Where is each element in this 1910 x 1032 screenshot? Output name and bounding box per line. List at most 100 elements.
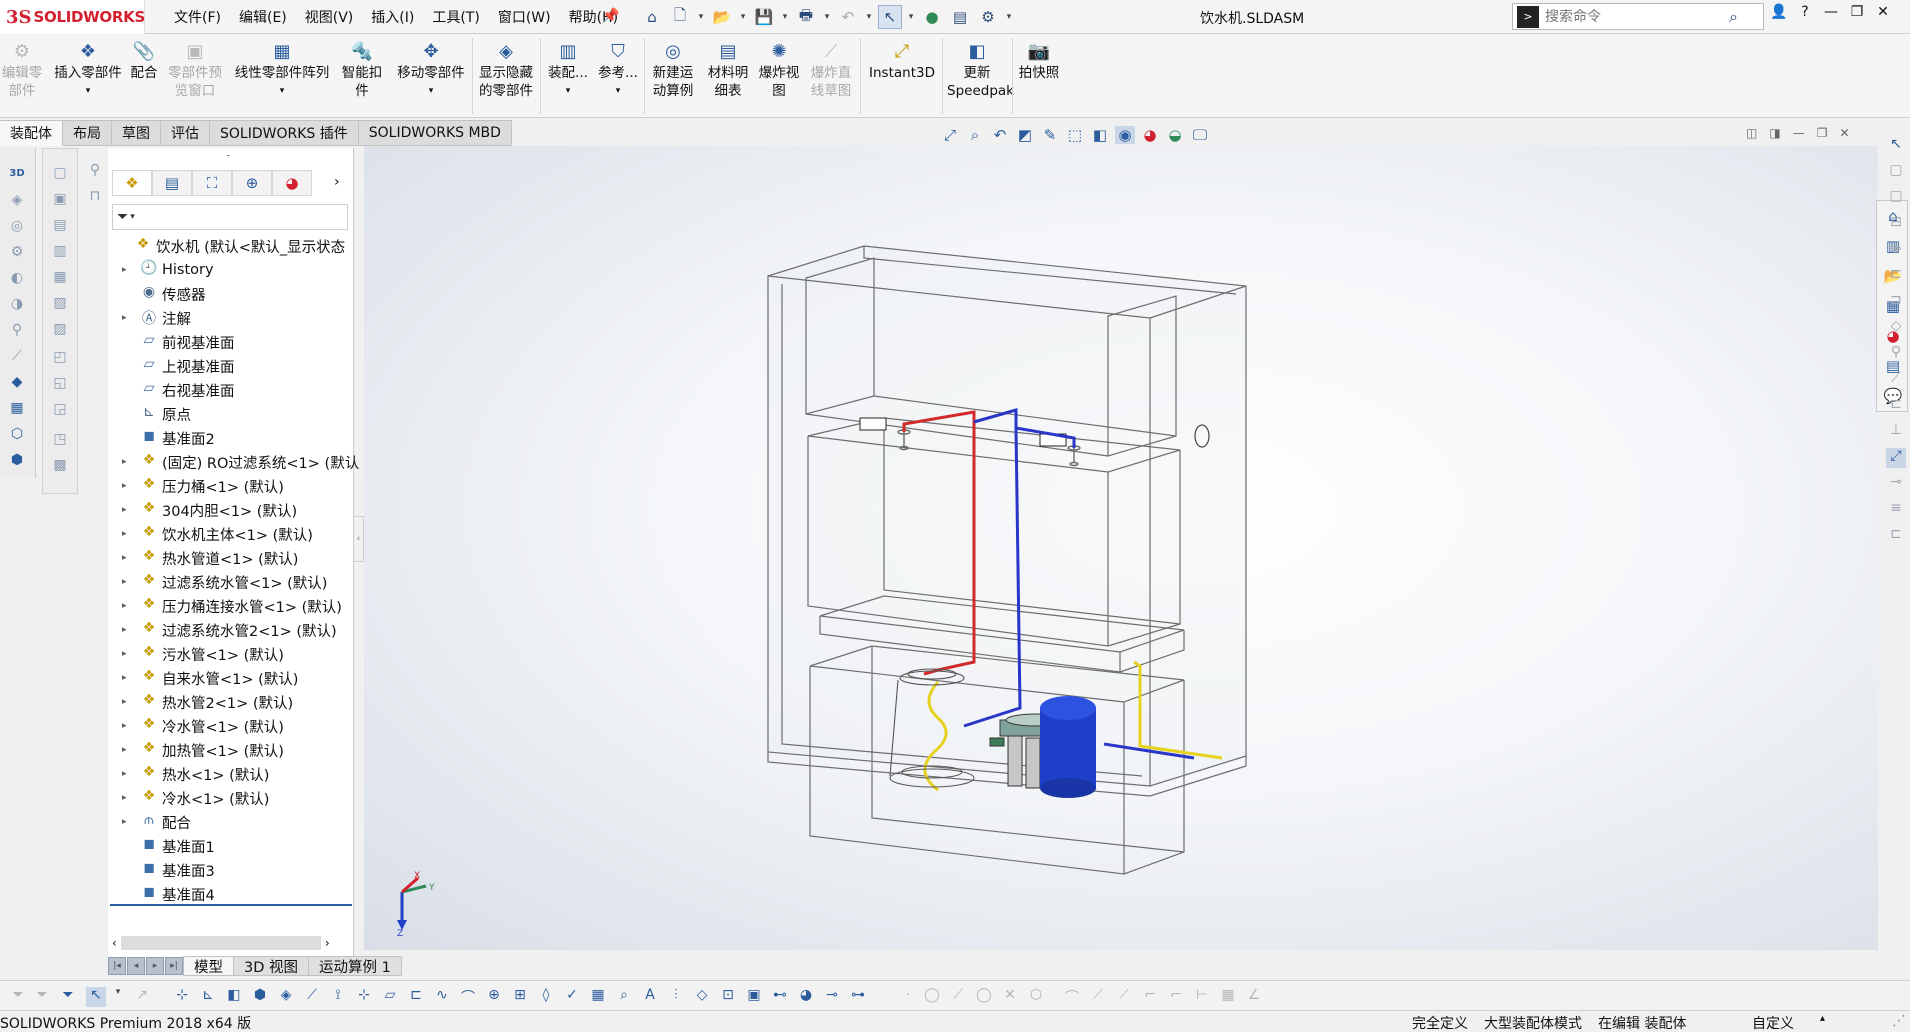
save-icon[interactable]: 💾: [752, 5, 776, 29]
edit-appearance-icon[interactable]: ◕: [1140, 126, 1160, 144]
toolbox-item-icon[interactable]: ▨: [49, 321, 71, 341]
sketch-icon[interactable]: ⊏: [406, 987, 426, 1007]
tree-item-top-plane[interactable]: ▱ 上视基准面: [114, 354, 360, 378]
toolbox-item-icon[interactable]: ◎: [6, 218, 28, 238]
close-icon[interactable]: ✕: [1874, 4, 1892, 20]
toolbox-item-icon[interactable]: ⚙: [6, 244, 28, 264]
sketch-tool-icon[interactable]: ◇: [1886, 318, 1906, 338]
scroll-right-icon[interactable]: ›: [325, 936, 330, 950]
expand-arrow-icon[interactable]: ▸: [122, 505, 132, 515]
menu-file[interactable]: 文件(F): [165, 7, 230, 27]
angle-icon[interactable]: ∠: [1244, 987, 1264, 1007]
expand-arrow-icon[interactable]: ▸: [122, 721, 132, 731]
picture-icon[interactable]: ▣: [744, 987, 764, 1007]
circle-icon[interactable]: ◯: [974, 987, 994, 1007]
scroll-thumb[interactable]: [120, 936, 321, 950]
tree-item-cold-pipe[interactable]: ▸ ❖ 冷水管<1> (默认): [114, 714, 360, 738]
viewport-close-icon[interactable]: ✕: [1839, 126, 1849, 140]
fillet-icon[interactable]: ⌒: [1062, 987, 1082, 1007]
line-icon[interactable]: ⊾: [198, 987, 218, 1007]
toolbox-item-icon[interactable]: ▧: [49, 295, 71, 315]
exploded-view-button[interactable]: ✺ 爆炸视图: [758, 40, 800, 100]
tree-item-tap-pipe[interactable]: ▸ ❖ 自来水管<1> (默认): [114, 666, 360, 690]
expand-arrow-icon[interactable]: ▸: [122, 817, 132, 827]
last-tab-icon[interactable]: ▸|: [165, 957, 183, 975]
tag-icon[interactable]: ◊: [536, 987, 556, 1007]
toolbox-item-icon[interactable]: ▦: [6, 400, 28, 420]
expand-arrow-icon[interactable]: ▸: [122, 601, 132, 611]
sketch-tool-icon[interactable]: ≡: [1886, 500, 1906, 520]
cosmetic-icon[interactable]: ◇: [692, 987, 712, 1007]
menu-window[interactable]: 窗口(W): [489, 7, 560, 27]
slash-icon[interactable]: ⟋: [1114, 987, 1134, 1007]
toolbox-item-icon[interactable]: ◳: [49, 431, 71, 451]
scroll-left-icon[interactable]: ‹: [112, 936, 117, 950]
tree-item-cold-water[interactable]: ▸ ❖ 冷水<1> (默认): [114, 786, 360, 810]
tree-item-filter-pipe[interactable]: ▸ ❖ 过滤系统水管<1> (默认): [114, 570, 360, 594]
tab-sketch[interactable]: 草图: [112, 120, 161, 146]
linear-pattern-button[interactable]: ▦ 线性零部件阵列 ▾: [232, 40, 332, 100]
home-icon[interactable]: ⌂: [640, 5, 664, 29]
feature-tree-tab-icon[interactable]: ❖: [112, 170, 152, 196]
configuration-manager-tab-icon[interactable]: ⛶: [192, 170, 232, 196]
next-tab-icon[interactable]: ▸: [146, 957, 164, 975]
viewport-minimize-icon[interactable]: —: [1793, 126, 1805, 140]
expand-arrow-icon[interactable]: ▸: [122, 769, 132, 779]
sketch-tool-icon[interactable]: ⚲: [1886, 344, 1906, 364]
toolbox-item-icon[interactable]: ◑: [6, 296, 28, 316]
resize-grip-icon[interactable]: ⋰: [1892, 1013, 1906, 1029]
tree-item-plane4[interactable]: ◼ 基准面4: [114, 882, 360, 906]
sketch-tool-icon[interactable]: ⊏: [1886, 396, 1906, 416]
viewport-split-right-icon[interactable]: ◨: [1769, 126, 1780, 140]
expand-arrow-icon[interactable]: ▸: [122, 649, 132, 659]
undo-icon[interactable]: ↶: [836, 5, 860, 29]
rollback-bar[interactable]: [110, 904, 352, 906]
tree-item-filter-pipe-2[interactable]: ▸ ❖ 过滤系统水管2<1> (默认): [114, 618, 360, 642]
tab-assembly[interactable]: 装配体: [0, 120, 63, 146]
filter-icon[interactable]: ⏷: [8, 987, 28, 1007]
trim-icon[interactable]: ✕: [1000, 987, 1020, 1007]
section-view-icon[interactable]: ◩: [1015, 126, 1035, 144]
show-hidden-button[interactable]: ◈ 显示隐藏的零部件: [474, 40, 538, 100]
file-properties-icon[interactable]: ▤: [948, 5, 972, 29]
expand-arrow-icon[interactable]: ▸: [122, 457, 132, 467]
sketch-tool-icon[interactable]: ⊟: [1886, 214, 1906, 234]
move-dropdown-icon[interactable]: ▾: [429, 82, 434, 100]
connector-icon[interactable]: ◕: [796, 987, 816, 1007]
tree-item-hot-water-pipe[interactable]: ▸ ❖ 热水管道<1> (默认): [114, 546, 360, 570]
graphics-area[interactable]: [364, 146, 1878, 950]
note-icon[interactable]: A: [640, 987, 660, 1007]
previous-view-icon[interactable]: ↶: [990, 126, 1010, 144]
arrow-tool-icon[interactable]: ⊸: [822, 987, 842, 1007]
tree-item-pressure-tank[interactable]: ▸ ❖ 压力桶<1> (默认): [114, 474, 360, 498]
filter-toggle-icon[interactable]: ⏷: [58, 987, 78, 1007]
search-input[interactable]: [1545, 8, 1725, 25]
explode-line-sketch-button[interactable]: ⟋ 爆炸直线草图: [808, 40, 854, 100]
arc-icon[interactable]: ⌒: [458, 987, 478, 1007]
dynamic-annotation-icon[interactable]: ✎: [1040, 126, 1060, 144]
units-dropdown-icon[interactable]: ▴: [1820, 1013, 1825, 1024]
toolbox-item-icon[interactable]: ▣: [49, 191, 71, 211]
restore-icon[interactable]: ❐: [1848, 4, 1866, 20]
sketch-point-icon[interactable]: ·: [898, 987, 918, 1007]
reference-dropdown-icon[interactable]: ▾: [616, 82, 621, 100]
toolbox-item-icon[interactable]: ◈: [6, 192, 28, 212]
status-units[interactable]: 自定义: [1752, 1013, 1794, 1032]
menu-view[interactable]: 视图(V): [296, 7, 363, 27]
tab-mbd[interactable]: SOLIDWORKS MBD: [358, 120, 512, 146]
zoom-to-fit-icon[interactable]: ⤢: [940, 126, 960, 144]
solid-icon[interactable]: ⬢: [250, 987, 270, 1007]
axis-icon[interactable]: ⊹: [354, 987, 374, 1007]
panel-grip-icon[interactable]: ⁃: [226, 152, 231, 162]
tree-item-tank-pipe[interactable]: ▸ ❖ 压力桶连接水管<1> (默认): [114, 594, 360, 618]
traffic-light-icon[interactable]: ●: [920, 5, 944, 29]
view-orientation-icon[interactable]: ⬚: [1065, 126, 1085, 144]
edge-icon[interactable]: ⟋: [302, 987, 322, 1007]
component-preview-button[interactable]: ▣ 零部件预览窗口: [164, 40, 226, 100]
options-dropdown-icon[interactable]: ▾: [1004, 5, 1014, 29]
toolbox-item-icon[interactable]: ⚲: [6, 322, 28, 342]
hide-show-items-icon[interactable]: ◉: [1115, 126, 1135, 144]
menu-tools[interactable]: 工具(T): [423, 7, 488, 27]
display-style-icon[interactable]: ◧: [1090, 126, 1110, 144]
toolbox-item-icon[interactable]: ◱: [49, 375, 71, 395]
